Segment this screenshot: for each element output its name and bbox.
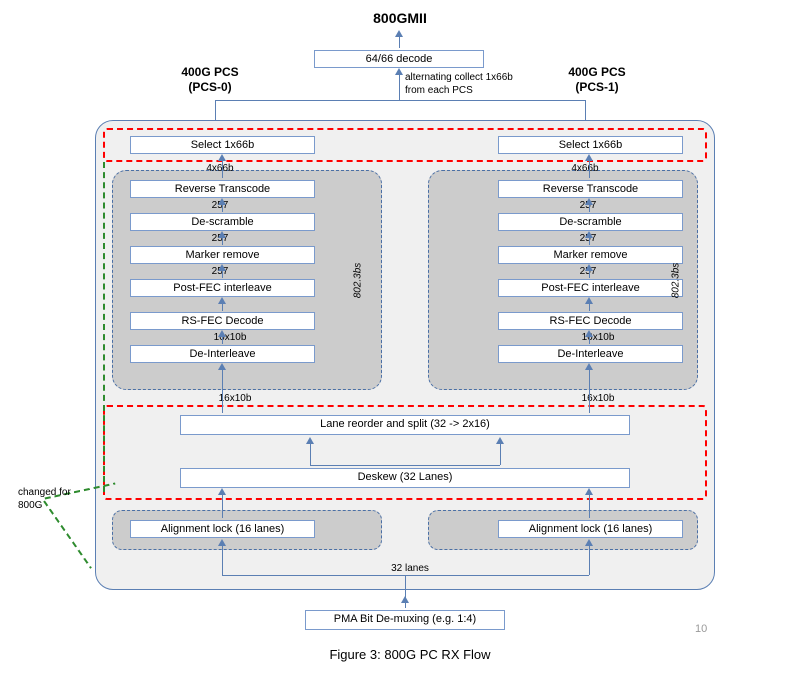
h-connector-r <box>400 465 500 466</box>
align-lock-l: Alignment lock (16 lanes) <box>130 520 315 538</box>
deinterleave-r: De-Interleave <box>498 345 683 363</box>
postfec-l: Post-FEC interleave <box>130 279 315 297</box>
collector-line <box>215 100 585 101</box>
rev-transcode-l: Reverse Transcode <box>130 180 315 198</box>
collect-note-1: alternating collect 1x66b <box>405 72 555 83</box>
align-lock-r: Alignment lock (16 lanes) <box>498 520 683 538</box>
ah <box>585 198 593 205</box>
ah <box>585 154 593 161</box>
al <box>589 492 590 518</box>
ah <box>585 231 593 238</box>
rsfec-l: RS-FEC Decode <box>130 312 315 330</box>
lane-reorder: Lane reorder and split (32 -> 2x16) <box>180 415 630 435</box>
postfec-r: Post-FEC interleave <box>498 279 683 297</box>
label-16x10b-r2: 16x10b <box>568 393 628 404</box>
split-vr <box>589 543 590 575</box>
arrow-head <box>306 437 314 444</box>
green-vert <box>103 162 105 492</box>
ah <box>585 297 593 304</box>
pcs0-title2: (PCS-0) <box>165 80 255 94</box>
figure-caption: Figure 3: 800G PC RX Flow <box>280 647 540 662</box>
split-vl <box>222 543 223 575</box>
arrow-head <box>496 437 504 444</box>
deinterleave-l: De-Interleave <box>130 345 315 363</box>
al <box>589 158 590 178</box>
arrow-line <box>222 367 223 413</box>
label-8023bs-l: 802.3bs <box>352 263 363 299</box>
arrow-head <box>585 363 593 370</box>
arrow-line <box>399 72 400 100</box>
rsfec-r: RS-FEC Decode <box>498 312 683 330</box>
ah <box>401 596 409 603</box>
title: 800GMII <box>360 10 440 26</box>
label-16x10b-r1: 16x10b <box>568 332 628 343</box>
label-16x10b-l2: 16x10b <box>205 393 265 404</box>
ah <box>218 198 226 205</box>
pma-box: PMA Bit De-muxing (e.g. 1:4) <box>305 610 505 630</box>
ah <box>218 264 226 271</box>
pcs1-title1: 400G PCS <box>552 65 642 79</box>
h-connector-l <box>310 465 410 466</box>
ah <box>218 488 226 495</box>
select-right: Select 1x66b <box>498 136 683 154</box>
pcs0-title1: 400G PCS <box>165 65 255 79</box>
pcs1-title2: (PCS-1) <box>552 80 642 94</box>
ah <box>585 330 593 337</box>
ah <box>218 154 226 161</box>
label-4x66b-l: 4x66b <box>195 163 245 174</box>
marker-remove-r: Marker remove <box>498 246 683 264</box>
ah <box>218 330 226 337</box>
decode-box: 64/66 decode <box>314 50 484 68</box>
ah <box>585 264 593 271</box>
ah <box>218 539 226 546</box>
arrow-line <box>500 443 501 465</box>
label-32lanes: 32 lanes <box>380 563 440 574</box>
ah <box>218 297 226 304</box>
ah <box>585 539 593 546</box>
arrow-head <box>395 30 403 37</box>
label-16x10b-l1: 16x10b <box>200 332 260 343</box>
page-number: 10 <box>695 623 707 635</box>
descramble-l: De-scramble <box>130 213 315 231</box>
arrow-line <box>589 367 590 413</box>
arrow-line <box>399 36 400 48</box>
al <box>222 158 223 178</box>
collect-note-2: from each PCS <box>405 85 555 96</box>
changed-note1: changed for <box>18 487 93 498</box>
label-8023bs-r: 802.3bs <box>670 263 681 299</box>
marker-remove-l: Marker remove <box>130 246 315 264</box>
ah <box>585 488 593 495</box>
arrow-head <box>218 363 226 370</box>
label-4x66b-r: 4x66b <box>560 163 610 174</box>
arrow-head <box>395 68 403 75</box>
al <box>222 492 223 518</box>
changed-note2: 800G <box>18 500 93 511</box>
arrow-line <box>310 443 311 465</box>
rev-transcode-r: Reverse Transcode <box>498 180 683 198</box>
select-left: Select 1x66b <box>130 136 315 154</box>
deskew: Deskew (32 Lanes) <box>180 468 630 488</box>
ah <box>218 231 226 238</box>
descramble-r: De-scramble <box>498 213 683 231</box>
